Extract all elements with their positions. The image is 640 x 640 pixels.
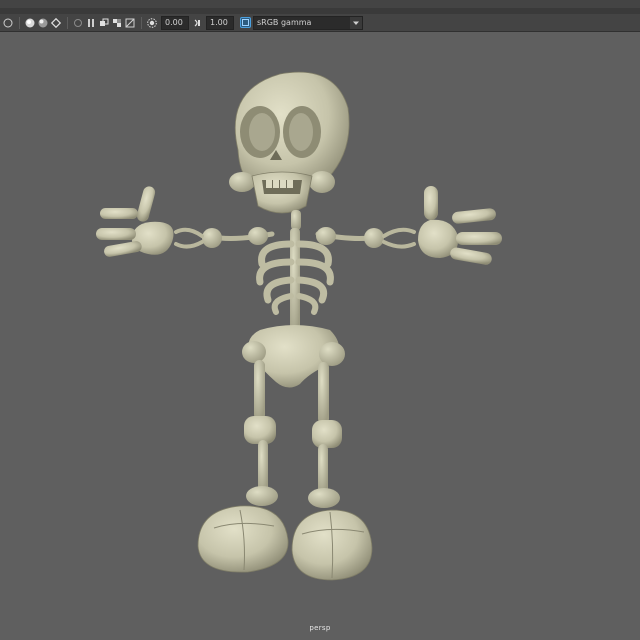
right-arm — [315, 186, 502, 265]
ribcage — [256, 228, 334, 338]
left-arm — [96, 186, 275, 257]
neck-bone — [291, 210, 301, 230]
camera-label: persp — [309, 624, 331, 632]
left-leg — [197, 360, 289, 573]
right-shoulder — [316, 227, 336, 245]
left-hip — [242, 341, 266, 363]
skeleton-model[interactable] — [0, 0, 640, 640]
left-shoulder — [248, 227, 268, 245]
right-leg — [291, 362, 373, 581]
skull — [229, 71, 350, 214]
